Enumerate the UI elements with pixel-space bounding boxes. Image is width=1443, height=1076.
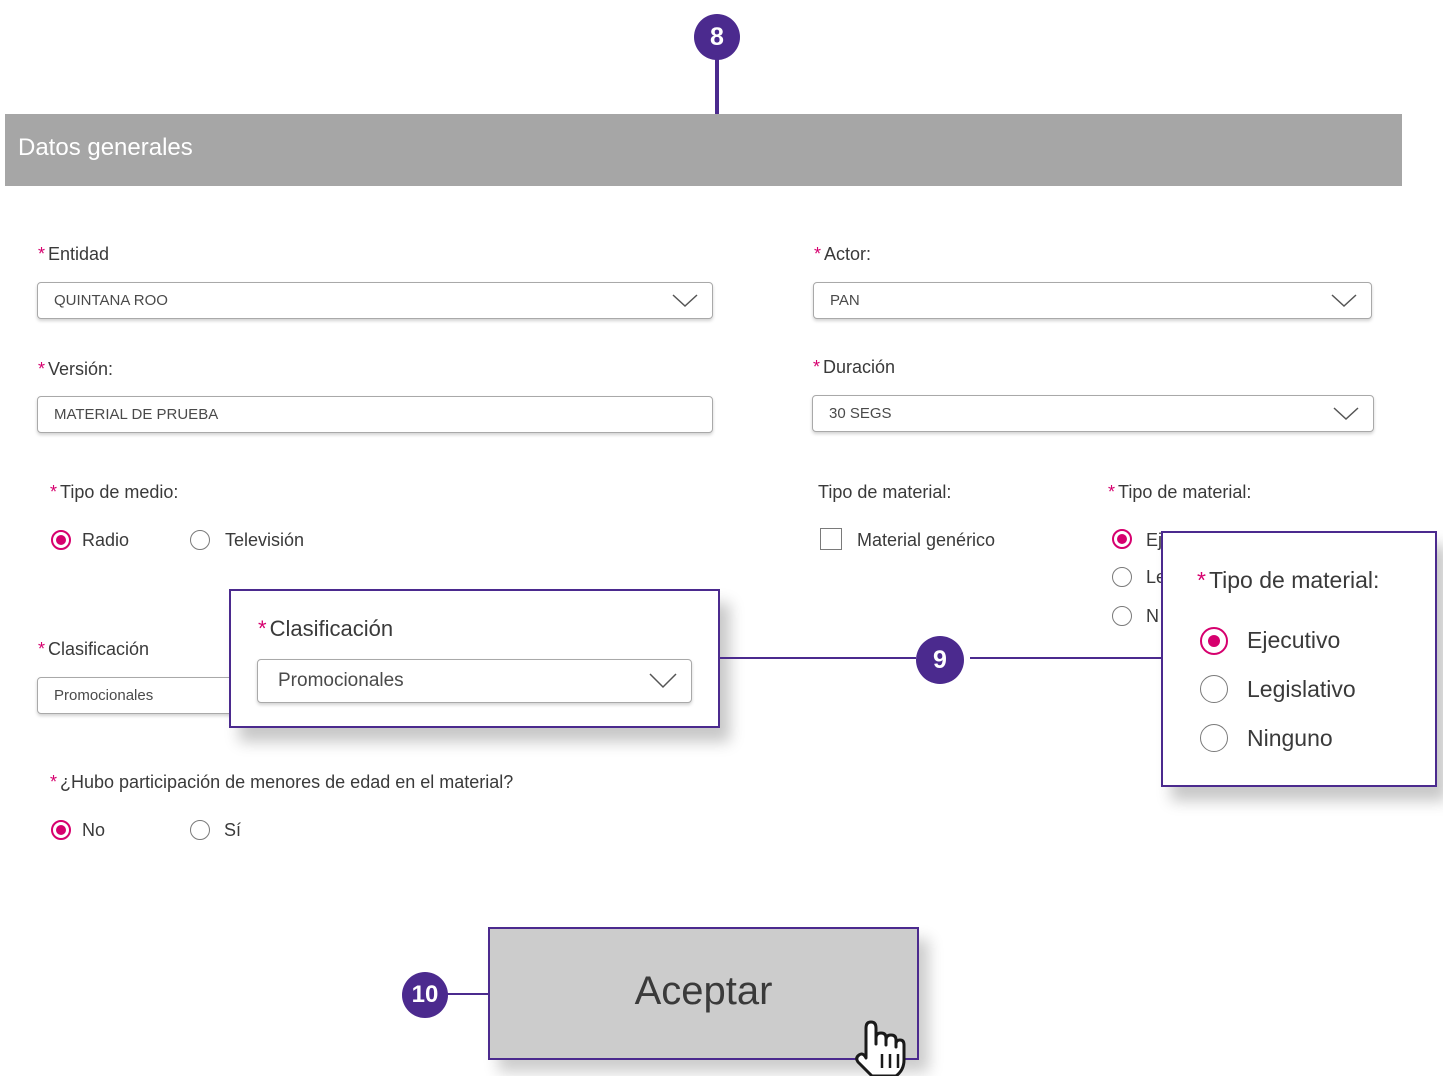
radio-option-label: Radio [82, 530, 130, 550]
duracion-value: 30 SEGS [829, 405, 892, 422]
clasificacion-label-text: Clasificación [48, 639, 150, 659]
step-9-badge: 9 [916, 636, 964, 684]
entidad-label-text: Entidad [48, 244, 110, 264]
version-input[interactable]: MATERIAL DE PRUEBA [37, 396, 713, 433]
version-label: * Versión: [38, 359, 113, 380]
callout-ninguno-label: Ninguno [1247, 725, 1333, 751]
chevron-down-icon [1333, 406, 1359, 420]
section-title: Datos generales [18, 134, 193, 161]
callout-radio-legislativo[interactable] [1200, 675, 1228, 703]
menores-label-text: ¿Hubo participación de menores de edad e… [60, 772, 514, 792]
chevron-down-icon [1331, 293, 1357, 307]
accept-button-label: Aceptar [634, 969, 773, 1013]
required-mark: * [258, 616, 267, 641]
actor-select[interactable]: PAN [813, 282, 1372, 319]
clasificacion-value: Promocionales [54, 687, 154, 704]
section-header: Datos generales [5, 114, 1402, 186]
actor-label: * Actor: [814, 244, 871, 265]
entidad-label: * Entidad [38, 244, 109, 265]
radio-no[interactable] [51, 820, 71, 840]
required-mark: * [50, 482, 58, 502]
tipo-medio-label-text: Tipo de medio: [60, 482, 179, 502]
duracion-label-text: Duración [823, 357, 896, 377]
tipo-material-radio-label: * Tipo de material: [1108, 482, 1251, 503]
callout-tipo-material-label: * Tipo de material: [1197, 567, 1379, 594]
material-generico-label: Material genérico [857, 530, 996, 550]
callout-clasificacion-select[interactable]: Promocionales [257, 659, 692, 703]
chevron-down-icon [649, 673, 677, 689]
version-value: MATERIAL DE PRUEBA [54, 406, 219, 423]
actor-label-text: Actor: [824, 244, 872, 264]
ejecutivo-partial-label: Ej [1146, 530, 1163, 550]
hand-pointer-icon [855, 1020, 906, 1076]
radio-television[interactable] [190, 530, 210, 550]
entidad-value: QUINTANA ROO [54, 292, 168, 309]
callout-radio-ejecutivo[interactable] [1200, 627, 1228, 655]
step-8-badge: 8 [694, 14, 740, 60]
tipo-material-callout: * Tipo de material: Ejecutivo Legislativo… [1161, 531, 1437, 787]
callout-tipo-material-label-text: Tipo de material: [1208, 567, 1380, 593]
tipo-medio-label: * Tipo de medio: [50, 482, 178, 503]
callout-clasificacion-label-text: Clasificación [269, 616, 394, 641]
radio-radio[interactable] [51, 530, 71, 550]
version-label-text: Versión: [48, 359, 114, 379]
ninguno-partial-label: N [1146, 606, 1159, 626]
required-mark: * [38, 244, 46, 264]
clasificacion-callout: * Clasificación Promocionales [229, 589, 720, 728]
required-mark: * [50, 772, 58, 792]
step-10-badge: 10 [402, 972, 448, 1018]
chevron-down-icon [672, 293, 698, 307]
material-generico-checkbox[interactable] [820, 528, 842, 550]
required-mark: * [813, 357, 821, 377]
si-option-label: Sí [224, 820, 242, 840]
callout-radio-ninguno[interactable] [1200, 724, 1228, 752]
clasificacion-label: * Clasificación [38, 639, 149, 660]
radio-si[interactable] [190, 820, 210, 840]
entidad-select[interactable]: QUINTANA ROO [37, 282, 713, 319]
radio-ninguno-bg[interactable] [1112, 606, 1132, 626]
duracion-select[interactable]: 30 SEGS [812, 395, 1374, 432]
actor-value: PAN [830, 292, 860, 309]
step-9-connector-left [720, 657, 916, 659]
clasificacion-select[interactable]: Promocionales [37, 677, 257, 714]
step-9-connector-right [970, 657, 1162, 659]
tipo-material-radio-label-text: Tipo de material: [1118, 482, 1252, 502]
callout-clasificacion-label: * Clasificación [258, 616, 393, 642]
required-mark: * [1108, 482, 1116, 502]
step-8-connector [715, 58, 719, 116]
television-option-label: Televisión [225, 530, 305, 550]
tipo-material-check-label: Tipo de material: [818, 482, 952, 502]
duracion-label: * Duración [813, 357, 895, 378]
required-mark: * [814, 244, 822, 264]
step-10-connector [446, 993, 490, 995]
no-option-label: No [82, 820, 106, 840]
required-mark: * [38, 639, 46, 659]
radio-legislativo-bg[interactable] [1112, 567, 1132, 587]
radio-ejecutivo-bg[interactable] [1112, 529, 1132, 549]
callout-ejecutivo-label: Ejecutivo [1247, 627, 1341, 653]
required-mark: * [38, 359, 46, 379]
callout-legislativo-label: Legislativo [1247, 676, 1356, 702]
callout-clasificacion-value: Promocionales [278, 670, 404, 691]
required-mark: * [1197, 567, 1206, 593]
menores-label: * ¿Hubo participación de menores de edad … [50, 772, 513, 793]
